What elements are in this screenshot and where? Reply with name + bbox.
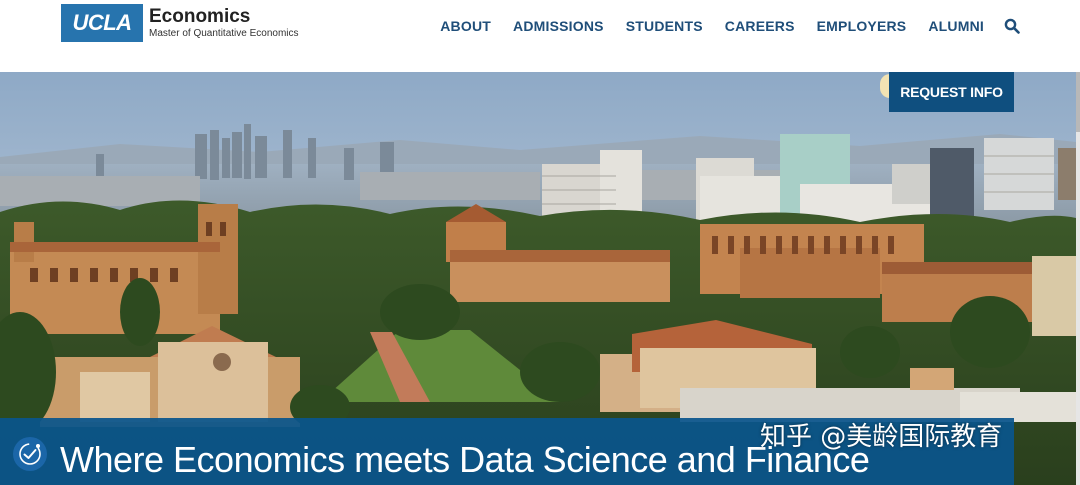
site-title[interactable]: Economics [149,7,250,27]
nav-item-careers[interactable]: CAREERS [725,18,795,34]
nav-item-employers[interactable]: EMPLOYERS [817,18,907,34]
ucla-logo[interactable]: UCLA [61,4,143,42]
nav-item-alumni[interactable]: ALUMNI [928,18,984,34]
site-header: UCLA Economics Master of Quantitative Ec… [0,0,1080,72]
nav-item-about[interactable]: ABOUT [440,18,491,34]
main-nav: ABOUT ADMISSIONS STUDENTS CAREERS EMPLOY… [418,16,1020,36]
accessibility-glyph [19,443,41,465]
accessibility-icon[interactable] [13,437,47,471]
scrollbar-thumb[interactable] [1076,72,1080,132]
watermark-text: 知乎 @美龄国际教育 [760,422,1003,452]
request-info-button[interactable]: REQUEST INFO [889,72,1014,112]
page-scrollbar[interactable] [1076,72,1080,485]
search-icon[interactable] [1004,18,1020,34]
nav-item-students[interactable]: STUDENTS [626,18,703,34]
site-subtitle: Master of Quantitative Economics [149,28,299,39]
hero-headline: Where Economics meets Data Science and F… [60,439,870,480]
nav-item-admissions[interactable]: ADMISSIONS [513,18,604,34]
